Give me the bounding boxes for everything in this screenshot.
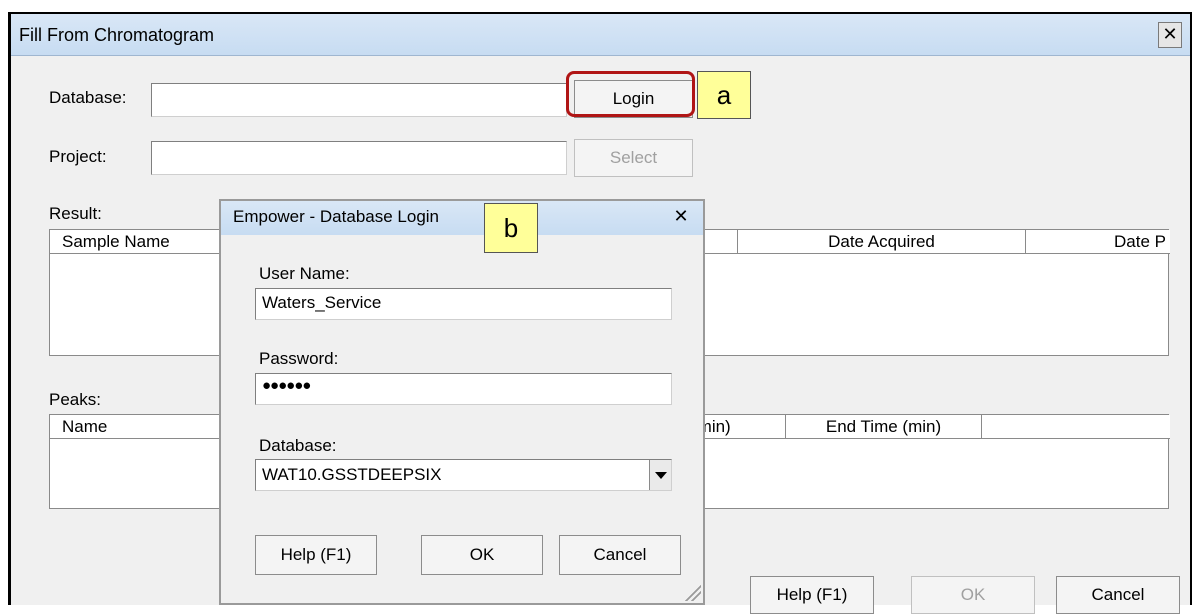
- main-help-button[interactable]: Help (F1): [750, 576, 874, 614]
- select-button[interactable]: Select: [574, 139, 693, 177]
- password-label: Password:: [259, 349, 339, 368]
- database-field[interactable]: [151, 83, 567, 117]
- peaks-col-end-time[interactable]: End Time (min): [786, 415, 982, 439]
- peaks-col-name[interactable]: Name: [50, 415, 230, 439]
- result-col-date-processed[interactable]: Date P: [1026, 230, 1170, 254]
- password-field[interactable]: ●●●●●●: [255, 373, 672, 405]
- callout-b: b: [484, 203, 538, 253]
- user-name-field[interactable]: Waters_Service: [255, 288, 672, 320]
- dialog-ok-button[interactable]: OK: [421, 535, 543, 575]
- database-select[interactable]: WAT10.GSSTDEEPSIX: [255, 459, 672, 491]
- dialog-title-bar[interactable]: Empower - Database Login ✕: [221, 201, 703, 235]
- user-name-label: User Name:: [259, 264, 350, 283]
- dialog-cancel-button[interactable]: Cancel: [559, 535, 681, 575]
- dialog-database-label: Database:: [259, 436, 337, 455]
- peaks-label: Peaks:: [49, 390, 101, 409]
- chevron-down-icon[interactable]: [649, 460, 671, 490]
- main-ok-button[interactable]: OK: [911, 576, 1035, 614]
- dialog-help-button[interactable]: Help (F1): [255, 535, 377, 575]
- peaks-col-extra[interactable]: [982, 415, 1170, 439]
- result-col-date-acquired[interactable]: Date Acquired: [738, 230, 1026, 254]
- callout-a: a: [697, 71, 751, 119]
- project-label: Project:: [49, 147, 107, 166]
- result-label: Result:: [49, 204, 102, 223]
- dialog-close-icon[interactable]: ✕: [666, 205, 696, 231]
- dialog-title: Empower - Database Login: [233, 207, 440, 226]
- login-highlight-box: [566, 71, 695, 117]
- main-close-icon[interactable]: ✕: [1158, 22, 1182, 48]
- result-col-sample-name[interactable]: Sample Name: [50, 230, 230, 254]
- project-field[interactable]: [151, 141, 567, 175]
- resize-grip-icon[interactable]: [683, 583, 701, 601]
- database-select-value: WAT10.GSSTDEEPSIX: [262, 465, 442, 484]
- main-title-bar[interactable]: Fill From Chromatogram ✕: [11, 14, 1190, 56]
- database-login-dialog: Empower - Database Login ✕ User Name: Wa…: [219, 199, 705, 605]
- main-window-title: Fill From Chromatogram: [19, 25, 215, 45]
- database-label: Database:: [49, 88, 127, 107]
- main-cancel-button[interactable]: Cancel: [1056, 576, 1180, 614]
